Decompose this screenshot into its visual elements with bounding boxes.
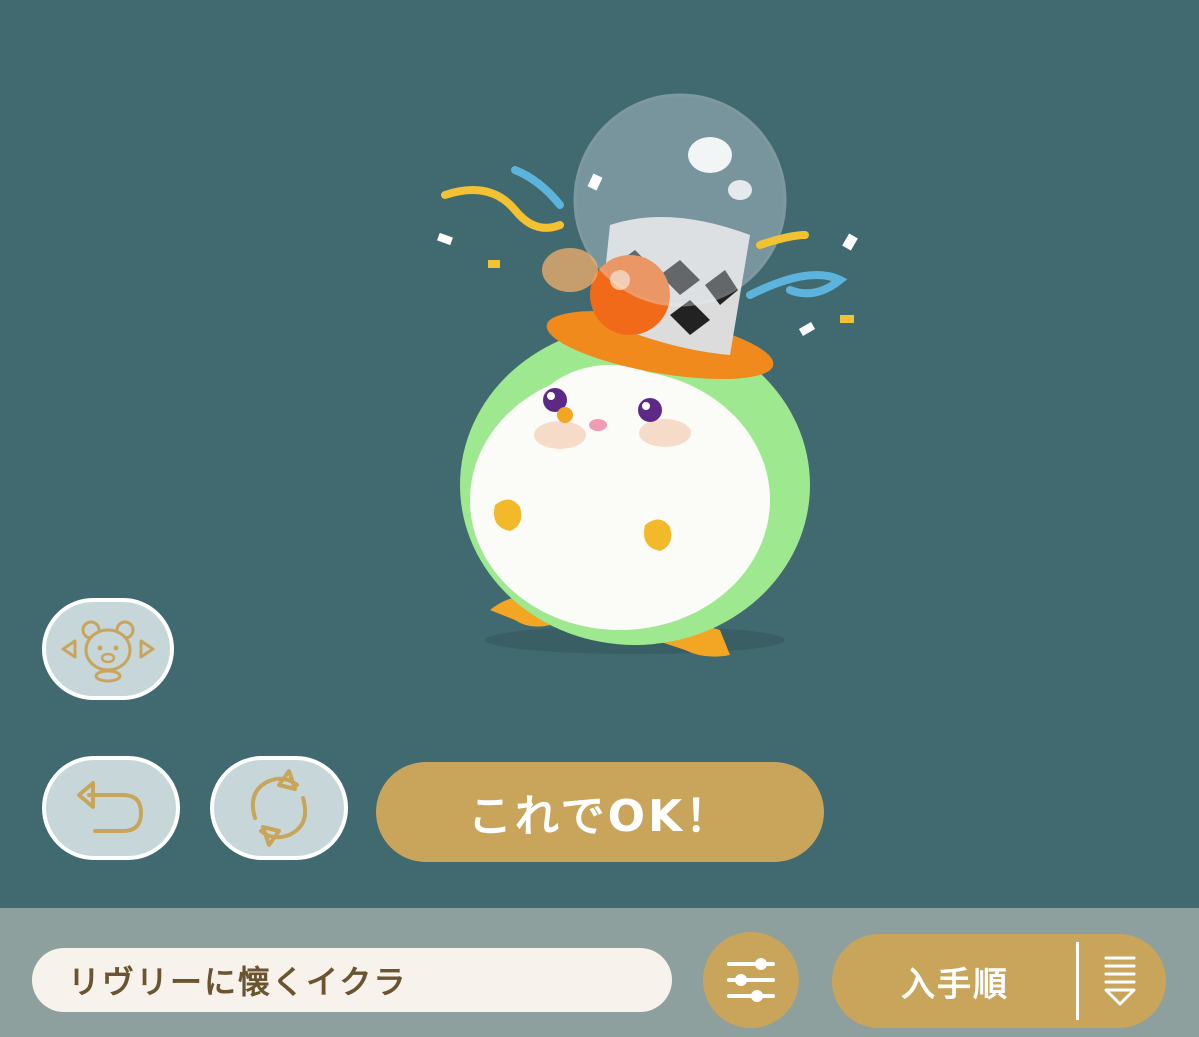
rotate-arrows-icon bbox=[250, 769, 308, 847]
sliders-icon bbox=[727, 958, 775, 1002]
item-name-field: リヴリーに懐くイクラ bbox=[32, 948, 672, 1012]
undo-button[interactable] bbox=[42, 756, 180, 860]
rotate-button[interactable] bbox=[210, 756, 348, 860]
character-image bbox=[437, 93, 858, 657]
sort-button[interactable]: 入手順 bbox=[832, 934, 1166, 1028]
bear-face-arrows-icon bbox=[61, 620, 155, 683]
item-name-label: リヴリーに懐くイクラ bbox=[68, 963, 408, 1001]
sort-label: 入手順 bbox=[901, 964, 1009, 1005]
sort-order-icon[interactable] bbox=[1098, 952, 1142, 1010]
move-button[interactable] bbox=[42, 598, 174, 700]
confirm-button[interactable]: これでOK！ bbox=[376, 762, 824, 862]
undo-arrow-icon bbox=[77, 781, 144, 833]
filter-button[interactable] bbox=[703, 932, 799, 1028]
sort-divider bbox=[1076, 942, 1079, 1020]
